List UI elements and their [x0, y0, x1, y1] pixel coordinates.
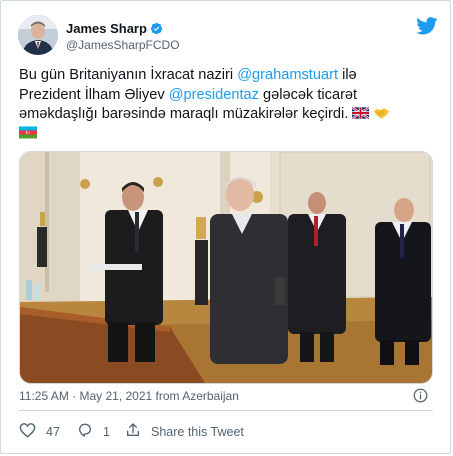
divider [18, 410, 433, 411]
handshake-icon [373, 106, 390, 122]
avatar[interactable] [18, 15, 58, 55]
uk-flag-icon [351, 106, 371, 122]
mention-presidentaz[interactable]: @presidentaz [169, 87, 259, 103]
author-handle[interactable]: @JamesSharpFCDO [66, 38, 180, 52]
share-label: Share this Tweet [151, 424, 244, 439]
tweet-header: James Sharp @JamesSharpFCDO [18, 15, 438, 59]
tweet-timestamp[interactable]: 11:25 AM · May 21, 2021 from Azerbaijan [19, 389, 239, 403]
share-icon [125, 422, 151, 441]
mention-grahamstuart[interactable]: @grahamstuart [237, 67, 338, 83]
info-icon[interactable] [413, 388, 428, 408]
like-count: 47 [46, 424, 60, 439]
reply-icon [77, 422, 103, 441]
author-name[interactable]: James Sharp [66, 21, 163, 38]
tweet-card: James Sharp @JamesSharpFCDO Bu gün Brita… [0, 0, 451, 454]
heart-icon [19, 422, 46, 441]
reply-count: 1 [103, 424, 110, 439]
azerbaijan-flag-icon [19, 126, 37, 143]
tweet-photo[interactable] [19, 151, 433, 384]
like-button[interactable]: 47 [19, 422, 60, 441]
twitter-bird-icon[interactable] [416, 17, 438, 40]
reply-button[interactable]: 1 [77, 422, 110, 441]
tweet-text: Bu gün Britaniyanın İxracat naziri @grah… [19, 66, 429, 145]
share-button[interactable]: Share this Tweet [125, 422, 244, 441]
verified-badge-icon [150, 22, 163, 38]
